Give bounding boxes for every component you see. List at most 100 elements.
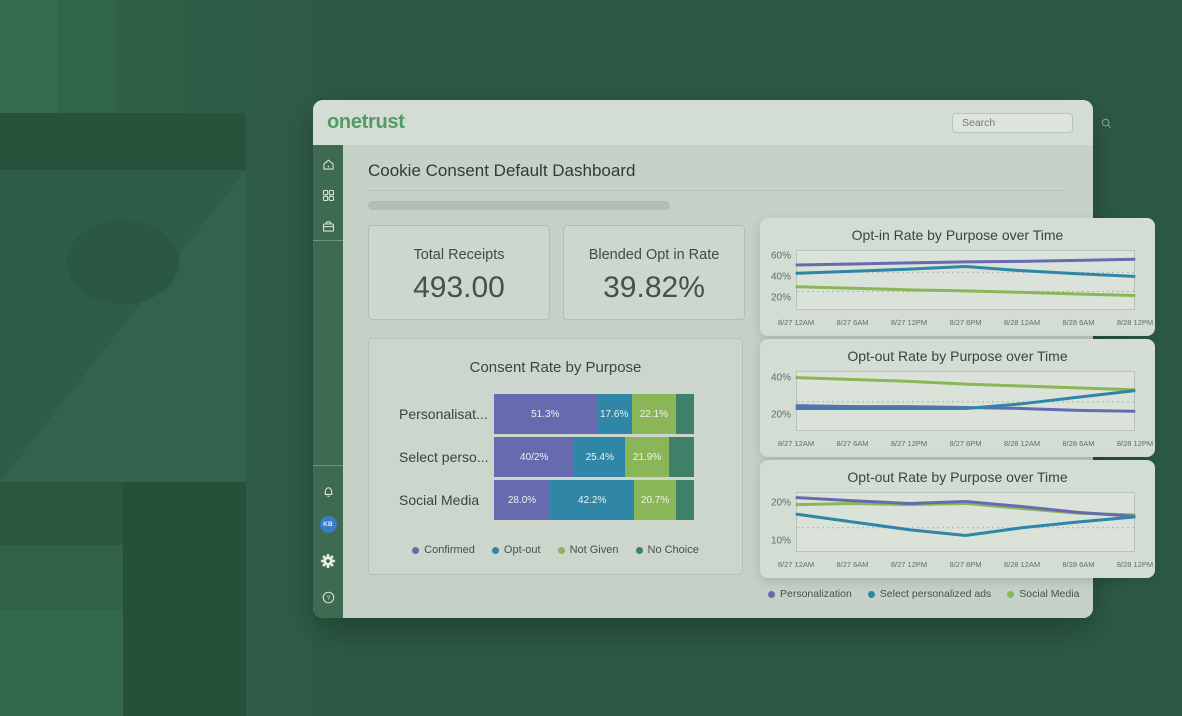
x-axis-labels: 8/27 12AM8/27 6AM8/27 12PM8/27 6PM8/28 1… <box>796 318 1135 328</box>
svg-text:?: ? <box>326 595 330 602</box>
bar-segment-opt-out: 25.4% <box>574 437 625 477</box>
y-axis-tick: 40% <box>771 372 791 383</box>
line-plot: 40%20% <box>796 371 1135 431</box>
stat-value: 39.82% <box>564 271 744 305</box>
bar-row: Social Media28.0%42.2%20.7% <box>369 480 742 520</box>
line-series-social-media <box>797 378 1134 390</box>
x-axis-tick: 8/28 12PM <box>1117 439 1153 448</box>
stat-label: Total Receipts <box>369 247 549 263</box>
bar-segment-not-given: 22.1% <box>632 394 676 434</box>
category-label: Social Media <box>369 492 494 508</box>
line-plot: 20%10% <box>796 492 1135 552</box>
legend-dot <box>636 547 643 554</box>
bar-segment-no-choice <box>676 480 694 520</box>
stat-card-blended-opt-in: Blended Opt in Rate 39.82% <box>563 225 745 320</box>
bar-segment-no-choice <box>669 437 694 477</box>
search-box[interactable] <box>952 113 1073 133</box>
stat-label: Blended Opt in Rate <box>564 247 744 263</box>
opt-out-rate-chart-card-1: Opt-out Rate by Purpose over Time 40%20%… <box>760 339 1155 457</box>
x-axis-tick: 8/27 6AM <box>836 318 868 327</box>
bar-segment-not-given: 21.9% <box>625 437 669 477</box>
line-plot: 60%40%20% <box>796 250 1135 310</box>
legend-item: Social Media <box>1007 588 1079 600</box>
x-axis-tick: 8/28 6AM <box>1062 560 1094 569</box>
y-axis-tick: 10% <box>771 536 791 547</box>
x-axis-tick: 8/27 6PM <box>949 439 981 448</box>
stacked-bar-chart: Personalisat...51.3%17.6%22.1%Select per… <box>369 394 742 523</box>
x-axis-tick: 8/27 6PM <box>949 318 981 327</box>
bar-row: Select perso...40/2%25.4%21.9% <box>369 437 742 477</box>
y-axis-tick: 20% <box>771 292 791 303</box>
legend-label: Confirmed <box>424 544 475 556</box>
y-axis-tick: 20% <box>771 497 791 508</box>
background-circle-art <box>0 170 246 482</box>
legend-label: No Choice <box>648 544 699 556</box>
stacked-bar: 28.0%42.2%20.7% <box>494 480 694 520</box>
search-input[interactable] <box>953 117 1101 129</box>
legend-label: Opt-out <box>504 544 541 556</box>
y-axis-tick: 20% <box>771 410 791 421</box>
bell-icon[interactable] <box>313 479 343 503</box>
legend-label: Select personalized ads <box>880 588 992 600</box>
x-axis-tick: 8/27 12PM <box>891 560 927 569</box>
chart-title: Opt-out Rate by Purpose over Time <box>760 460 1155 485</box>
stat-value: 493.00 <box>369 271 549 305</box>
x-axis-tick: 8/27 12PM <box>891 318 927 327</box>
bar-segment-no-choice <box>676 394 694 434</box>
legend-item: Confirmed <box>412 544 475 556</box>
apps-grid-icon[interactable] <box>313 183 343 207</box>
legend-item: Select personalized ads <box>868 588 992 600</box>
gear-icon[interactable] <box>313 549 343 573</box>
x-axis-tick: 8/27 6AM <box>836 560 868 569</box>
y-axis-tick: 40% <box>771 271 791 282</box>
line-charts-column: Opt-in Rate by Purpose over Time 60%40%2… <box>760 218 1155 600</box>
title-divider <box>368 190 1065 191</box>
chart-title: Consent Rate by Purpose <box>369 359 742 376</box>
x-axis-tick: 8/27 6AM <box>836 439 868 448</box>
opt-out-rate-chart-card-2: Opt-out Rate by Purpose over Time 20%10%… <box>760 460 1155 578</box>
category-label: Personalisat... <box>369 406 494 422</box>
search-icon <box>1101 118 1112 129</box>
x-axis-tick: 8/28 6AM <box>1062 318 1094 327</box>
category-label: Select perso... <box>369 449 494 465</box>
stacked-bar: 51.3%17.6%22.1% <box>494 394 694 434</box>
sidebar: KB ? <box>313 145 343 618</box>
x-axis-labels: 8/27 12AM8/27 6AM8/27 12PM8/27 6PM8/28 1… <box>796 439 1135 449</box>
x-axis-tick: 8/28 12PM <box>1117 318 1153 327</box>
legend-dot <box>768 591 775 598</box>
y-axis-tick: 60% <box>771 251 791 262</box>
help-icon[interactable]: ? <box>313 585 343 609</box>
shared-chart-legend: Personalization Select personalized ads So… <box>760 588 1155 600</box>
briefcase-icon[interactable] <box>313 214 343 238</box>
bar-segment-confirmed: 40/2% <box>494 437 574 477</box>
bar-segment-not-given: 20.7% <box>634 480 675 520</box>
legend-item: Personalization <box>768 588 852 600</box>
x-axis-tick: 8/27 6PM <box>949 560 981 569</box>
x-axis-tick: 8/27 12AM <box>778 318 814 327</box>
line-series-personalization <box>797 498 1134 517</box>
stacked-bar: 40/2%25.4%21.9% <box>494 437 694 477</box>
x-axis-labels: 8/27 12AM8/27 6AM8/27 12PM8/27 6PM8/28 1… <box>796 560 1135 570</box>
bar-segment-confirmed: 28.0% <box>494 480 550 520</box>
bar-segment-opt-out: 42.2% <box>550 480 634 520</box>
legend-item: Not Given <box>558 544 619 556</box>
legend-dot <box>868 591 875 598</box>
x-axis-tick: 8/27 12AM <box>778 439 814 448</box>
legend-item: No Choice <box>636 544 699 556</box>
line-series-select-personalized-ads <box>797 267 1134 277</box>
x-axis-tick: 8/28 12AM <box>1004 439 1040 448</box>
legend-label: Social Media <box>1019 588 1079 600</box>
avatar[interactable]: KB <box>313 512 343 536</box>
bar-segment-opt-out: 17.6% <box>597 394 632 434</box>
page-title: Cookie Consent Default Dashboard <box>368 161 635 181</box>
sidebar-divider-top <box>313 240 343 241</box>
x-axis-tick: 8/27 12AM <box>778 560 814 569</box>
x-axis-tick: 8/28 6AM <box>1062 439 1094 448</box>
loading-skeleton-bar <box>368 201 670 210</box>
home-icon[interactable] <box>313 152 343 176</box>
chart-title: Opt-in Rate by Purpose over Time <box>760 218 1155 243</box>
legend-label: Personalization <box>780 588 852 600</box>
chart-legend: Confirmed Opt-out Not Given No Choice <box>369 544 742 556</box>
bar-row: Personalisat...51.3%17.6%22.1% <box>369 394 742 434</box>
stat-card-total-receipts: Total Receipts 493.00 <box>368 225 550 320</box>
